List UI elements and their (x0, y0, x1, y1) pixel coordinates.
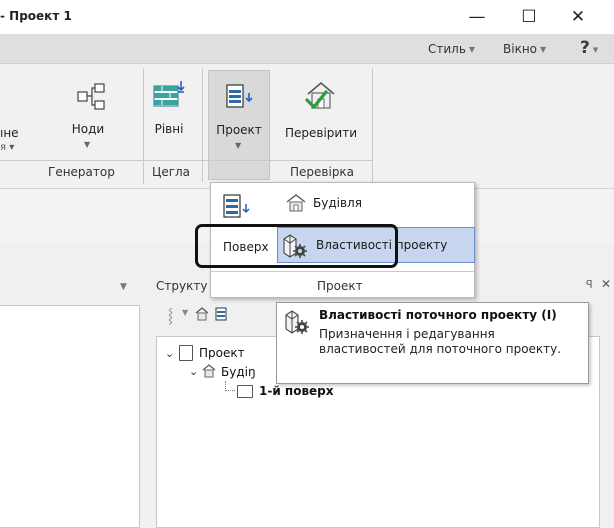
chevron-down-icon: ▼ (592, 46, 599, 54)
chevron-down-icon: ▼ (468, 45, 476, 54)
project-node-icon (179, 345, 193, 361)
project-button[interactable]: Проект ▼ (208, 70, 270, 180)
window-menu-label: Вікно (503, 42, 538, 56)
chevron-down-icon: ▼ (235, 141, 242, 150)
chevron-down-icon[interactable]: ▼ (120, 282, 127, 292)
chevron-down-icon: ▼ (540, 45, 547, 54)
building-icon (286, 194, 306, 212)
left-panel-content (0, 305, 140, 528)
nodes-button[interactable]: Ноди ▼ (62, 74, 114, 164)
group-label-generator: Генератор (48, 165, 115, 179)
minimize-button[interactable]: — (455, 2, 499, 32)
levels-button-label: Рівні (154, 122, 184, 136)
group-label-check: Перевірка (290, 165, 355, 179)
tooltip-title: Властивості поточного проекту (I) (319, 308, 557, 322)
house-check-icon (305, 82, 335, 109)
group-label-separator (0, 160, 372, 161)
building-toolbar-icon[interactable] (194, 306, 210, 322)
group-separator (202, 68, 203, 182)
floor-node-icon (237, 385, 253, 398)
group-separator (143, 160, 144, 184)
group-label-brick: Цегла (152, 165, 191, 179)
chevron-down-icon: ▼ (182, 308, 189, 317)
chevron-down-icon[interactable]: ⌄ (189, 365, 198, 378)
project-stack-icon (226, 84, 253, 108)
dropdown-footer-label: Проект (317, 279, 363, 293)
filter-icon[interactable]: ⸾ (168, 306, 173, 325)
annotation-highlight-box (195, 224, 398, 268)
group-separator (372, 68, 373, 182)
chevron-down-icon[interactable]: ⌄ (165, 347, 174, 360)
maximize-button[interactable]: ☐ (507, 2, 551, 32)
nodes-button-label: Ноди (71, 122, 105, 136)
floor-toolbar-icon[interactable] (214, 306, 230, 322)
left-panel-header: ▼ (0, 244, 146, 294)
close-button[interactable]: ✕ (556, 2, 600, 32)
help-icon: ? (580, 38, 590, 58)
nodes-icon (77, 83, 105, 110)
floor-stack-icon (223, 194, 250, 218)
chevron-down-icon: ▼ (84, 140, 91, 149)
title-bar: - Проект 1 — ☐ ✕ (0, 0, 614, 34)
project-button-label: Проект (216, 123, 262, 137)
levels-button[interactable]: Рівні (146, 74, 192, 164)
ribbon-tab-strip: Стиль ▼ Вікно ▼ ? ▼ (0, 34, 614, 64)
pin-icon[interactable]: ꟼ (586, 278, 593, 291)
tree-item-project[interactable]: Проект (199, 346, 245, 360)
tree-connector (225, 381, 235, 391)
window-menu[interactable]: Вікно ▼ (503, 42, 546, 56)
dropdown-separator (211, 271, 474, 272)
close-icon: ✕ (570, 7, 586, 27)
check-button-label: Перевірити (284, 126, 358, 140)
building-node-icon (202, 364, 216, 378)
help-button[interactable]: ? ▼ (580, 38, 598, 58)
building-menu-item[interactable]: Будівля (285, 191, 405, 215)
check-button[interactable]: Перевірити (276, 74, 366, 164)
panel-close-icon[interactable]: ✕ (601, 277, 611, 291)
ribbon: ıне я ▾ Ноди ▼ Рівні Проект ▼ Перевірити… (0, 64, 614, 189)
minimize-icon: — (468, 7, 486, 27)
maximize-icon: ☐ (521, 7, 537, 27)
style-menu[interactable]: Стиль ▼ (428, 42, 475, 56)
generator-cut-button-sub: я ▾ (0, 142, 15, 153)
tree-item-building[interactable]: Будіŋ (221, 365, 256, 379)
tooltip-description: Призначення і редагування властивостей д… (319, 327, 562, 356)
brick-levels-icon (153, 81, 185, 107)
generator-cut-button-label[interactable]: ıне (0, 126, 19, 140)
tree-item-floor[interactable]: 1-й поверх (259, 384, 334, 398)
structure-panel-title: Структу (156, 279, 208, 293)
window-title: - Проект 1 (0, 9, 72, 23)
building-menu-label: Будівля (313, 196, 362, 210)
tooltip: Властивості поточного проекту (I) Призна… (276, 302, 589, 384)
project-properties-icon (285, 310, 309, 334)
style-menu-label: Стиль (428, 42, 466, 56)
